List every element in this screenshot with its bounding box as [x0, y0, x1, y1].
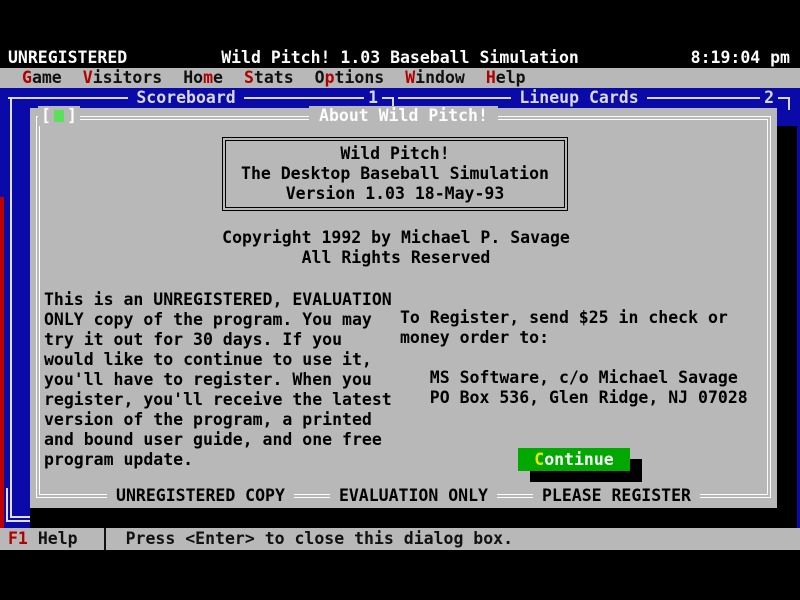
- about-dialog: About Wild Pitch! [] Wild Pitch!The Desk…: [30, 108, 777, 508]
- button-label-post: ontinue: [544, 450, 614, 469]
- window-lineup-cards-titlebar[interactable]: Lineup Cards 2: [398, 88, 790, 108]
- window-scoreboard-titlebar[interactable]: Scoreboard 1: [8, 88, 394, 108]
- text-line: The Desktop Baseball Simulation: [226, 164, 564, 184]
- text-line: MS Software, c/o Michael Savage: [400, 368, 748, 388]
- status-message: Press <Enter> to close this dialog box.: [126, 528, 513, 550]
- dialog-footer-text: EVALUATION ONLY: [330, 486, 497, 506]
- frame-line: [647, 97, 760, 99]
- red-edge-stripe: [0, 197, 4, 528]
- text-line: you'll have to register. When you: [44, 370, 392, 390]
- text-line: try it out for 30 days. If you: [44, 330, 392, 350]
- text-line: To Register, send $25 in check or: [400, 308, 748, 328]
- window-number: 1: [364, 88, 382, 108]
- menu-item-stats[interactable]: Stats: [244, 68, 294, 88]
- frame-line: [398, 97, 511, 99]
- frame-corner: [778, 97, 790, 110]
- menu-item-visitors[interactable]: Visitors: [83, 68, 162, 88]
- dialog-footer-text: PLEASE REGISTER: [533, 486, 700, 506]
- window-number: 2: [760, 88, 778, 108]
- text-line: version of the program, a printed: [44, 410, 392, 430]
- continue-button[interactable]: Continue: [518, 448, 630, 471]
- text-line: and bound user guide, and one free: [44, 430, 392, 450]
- app-title-bar: UNREGISTERED Wild Pitch! 1.03 Baseball S…: [0, 48, 800, 68]
- about-box: Wild Pitch!The Desktop Baseball Simulati…: [222, 137, 568, 211]
- f1-help-key[interactable]: F1: [8, 528, 28, 550]
- text-line: Wild Pitch!: [226, 144, 564, 164]
- dialog-title: About Wild Pitch!: [309, 106, 498, 126]
- close-bracket-right: ]: [67, 106, 77, 125]
- dialog-footer: UNREGISTERED COPY EVALUATION ONLY PLEASE R…: [60, 486, 747, 506]
- menu-bar: Game Visitors Home Stats Options Window Help: [0, 68, 800, 88]
- text-line: Copyright 1992 by Michael P. Savage: [30, 228, 762, 248]
- evaluation-text: This is an UNREGISTERED, EVALUATIONONLY …: [44, 290, 392, 470]
- frame-line: [8, 97, 128, 99]
- text-line: This is an UNREGISTERED, EVALUATION: [44, 290, 392, 310]
- menu-item-help[interactable]: Help: [486, 68, 526, 88]
- register-text: To Register, send $25 in check ormoney o…: [400, 308, 748, 408]
- scoreboard-bottom-corner: [10, 516, 30, 518]
- dialog-footer-text: UNREGISTERED COPY: [107, 486, 294, 506]
- dos-screen: UNREGISTERED Wild Pitch! 1.03 Baseball S…: [0, 0, 800, 600]
- button-label-hotkey: C: [534, 450, 544, 469]
- close-button[interactable]: []: [38, 106, 80, 126]
- menu-item-options[interactable]: Options: [315, 68, 385, 88]
- inner-frame-corner-h: [6, 520, 30, 522]
- status-separator: [104, 528, 106, 550]
- text-line: would like to continue to use it,: [44, 350, 392, 370]
- text-line: ONLY copy of the program. You may: [44, 310, 392, 330]
- window-title: Lineup Cards: [511, 88, 646, 108]
- text-line: Version 1.03 18-May-93: [226, 184, 564, 204]
- inner-frame-corner-v: [6, 488, 8, 522]
- text-line: register, you'll receive the latest: [44, 390, 392, 410]
- status-bar: F1 Help Press <Enter> to close this dial…: [0, 528, 800, 550]
- window-title: Scoreboard: [128, 88, 243, 108]
- desktop: Scoreboard 1 Lineup Cards 2 About Wild P…: [0, 88, 800, 528]
- clock: 8:19:04 pm: [691, 48, 790, 68]
- menu-item-game[interactable]: Game: [22, 68, 62, 88]
- text-line: [400, 348, 748, 368]
- text-line: money order to:: [400, 328, 748, 348]
- app-title: Wild Pitch! 1.03 Baseball Simulation: [0, 48, 800, 68]
- copyright-block: Copyright 1992 by Michael P. SavageAll R…: [30, 228, 762, 268]
- text-line: PO Box 536, Glen Ridge, NJ 07028: [400, 388, 748, 408]
- menu-item-home[interactable]: Home: [183, 68, 223, 88]
- frame-line: [244, 97, 364, 99]
- text-line: program update.: [44, 450, 392, 470]
- f1-help-label: Help: [38, 528, 78, 550]
- dialog-title-row: About Wild Pitch!: [30, 106, 777, 126]
- text-line: All Rights Reserved: [30, 248, 762, 268]
- scoreboard-left-border: [10, 98, 12, 518]
- close-square-icon: [54, 110, 64, 122]
- close-bracket-left: [: [41, 106, 51, 125]
- menu-item-window[interactable]: Window: [405, 68, 465, 88]
